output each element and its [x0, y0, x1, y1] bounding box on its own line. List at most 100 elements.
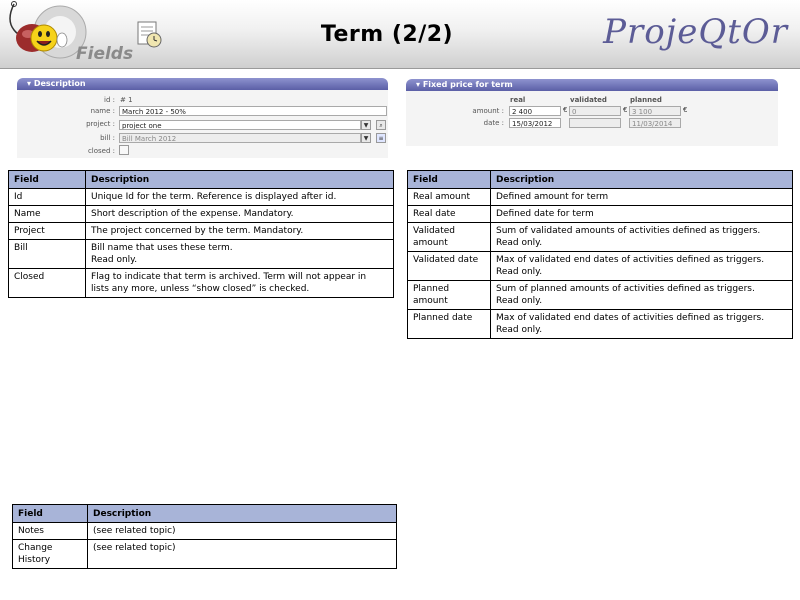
description-line: Defined amount for term [496, 192, 609, 202]
project-dropdown-icon[interactable]: ▼ [361, 120, 371, 130]
field-line: amount [413, 238, 448, 248]
table-row: Planned date Max of validated end dates … [407, 309, 793, 339]
description-line: (see related topic) [93, 526, 176, 536]
field-cell: Validated amount [407, 222, 491, 252]
description-line: Read only. [496, 296, 543, 306]
planned-amount-input[interactable]: 3 100 [629, 106, 681, 116]
description-cell: Unique Id for the term. Reference is dis… [85, 188, 394, 206]
table-row: Planned amount Sum of planned amounts of… [407, 280, 793, 310]
field-column-header: Field [12, 504, 88, 523]
field-cell: Closed [8, 268, 86, 298]
logo-fields-word: Fields [76, 44, 134, 64]
table-row: Change History (see related topic) [12, 539, 397, 569]
planned-date-input[interactable]: 11/03/2014 [629, 118, 681, 128]
project-label: project : [86, 120, 115, 128]
table-row: Name Short description of the expense. M… [8, 205, 394, 223]
field-line: Planned date [413, 313, 473, 323]
table-row: Notes (see related topic) [12, 522, 397, 540]
description-cell: Sum of validated amounts of activities d… [490, 222, 793, 252]
collapse-icon[interactable]: ▾ [416, 80, 423, 89]
fixed-price-panel-header[interactable]: ▾ Fixed price for term [406, 79, 778, 91]
description-cell: Sum of planned amounts of activities def… [490, 280, 793, 310]
brand-logo-text: ProjeQtOr [603, 12, 788, 52]
name-input[interactable]: March 2012 - 50% [119, 106, 387, 116]
field-line: Change [18, 543, 53, 553]
table-row: Project The project concerned by the ter… [8, 222, 394, 240]
table-row: Real amount Defined amount for term [407, 188, 793, 206]
fixed-price-panel-title: Fixed price for term [422, 80, 513, 89]
description-line: Max of validated end dates of activities… [496, 313, 765, 323]
field-cell: Bill [8, 239, 86, 269]
name-label: name : [90, 107, 115, 115]
bill-list-icon[interactable]: ≡ [376, 133, 386, 143]
field-line: Real date [413, 209, 456, 219]
description-panel-title: Description [33, 79, 86, 88]
field-cell: Project [8, 222, 86, 240]
left-field-table: Field Description Id Unique Id for the t… [8, 170, 394, 298]
currency-symbol: € [683, 106, 688, 114]
field-cell: Name [8, 205, 86, 223]
description-cell: Max of validated end dates of activities… [490, 251, 793, 281]
table-row: Real date Defined date for term [407, 205, 793, 223]
description-line: Sum of planned amounts of activities def… [496, 284, 755, 294]
description-cell: Bill name that uses these term. Read onl… [85, 239, 394, 269]
amount-label: amount : [472, 107, 504, 115]
field-line: Notes [18, 526, 44, 536]
table-row: Validated amount Sum of validated amount… [407, 222, 793, 252]
col-planned-header: planned [630, 96, 662, 104]
description-cell: Max of validated end dates of activities… [490, 309, 793, 339]
field-cell: Real amount [407, 188, 491, 206]
field-cell: Real date [407, 205, 491, 223]
validated-amount-input[interactable]: 0 [569, 106, 621, 116]
table-row: Closed Flag to indicate that term is arc… [8, 268, 394, 298]
description-line: The project concerned by the term. Manda… [91, 226, 304, 236]
description-line: (see related topic) [93, 543, 176, 553]
description-line: Read only. [496, 325, 543, 335]
real-date-input[interactable]: 15/03/2012 [509, 118, 561, 128]
description-column-header: Description [490, 170, 793, 189]
real-amount-input[interactable]: 2 400 [509, 106, 561, 116]
col-validated-header: validated [570, 96, 607, 104]
description-cell: Flag to indicate that term is archived. … [85, 268, 394, 298]
field-cell: Planned date [407, 309, 491, 339]
description-cell: Defined amount for term [490, 188, 793, 206]
bill-select[interactable]: Bill March 2012 [119, 133, 361, 143]
description-panel-header[interactable]: ▾ Description [17, 78, 388, 90]
field-cell: Planned amount [407, 280, 491, 310]
right-field-table: Field Description Real amount Defined am… [407, 170, 793, 339]
project-search-icon[interactable]: ⌕ [376, 120, 386, 130]
description-line: Sum of validated amounts of activities d… [496, 226, 761, 236]
description-line: Short description of the expense. Mandat… [91, 209, 294, 219]
description-column-header: Description [85, 170, 394, 189]
bottom-field-table: Field Description Notes (see related top… [12, 504, 397, 569]
field-line: amount [413, 296, 448, 306]
description-line: lists any more, unless “show closed” is … [91, 284, 310, 294]
description-line: Defined date for term [496, 209, 594, 219]
description-line: Max of validated end dates of activities… [496, 255, 765, 265]
collapse-icon[interactable]: ▾ [27, 79, 34, 88]
description-cell: Short description of the expense. Mandat… [85, 205, 394, 223]
field-line: Validated date [413, 255, 479, 265]
field-line: Real amount [413, 192, 470, 202]
field-cell: Validated date [407, 251, 491, 281]
description-cell: The project concerned by the term. Manda… [85, 222, 394, 240]
field-line: Validated [413, 226, 455, 236]
field-line: Planned [413, 284, 450, 294]
field-cell: Change History [12, 539, 88, 569]
table-row: Bill Bill name that uses these term. Rea… [8, 239, 394, 269]
id-value: # 1 [120, 96, 133, 104]
closed-label: closed : [87, 147, 115, 155]
table-row: Validated date Max of validated end date… [407, 251, 793, 281]
validated-date-input[interactable] [569, 118, 621, 128]
description-cell: (see related topic) [87, 522, 397, 540]
currency-symbol: € [623, 106, 628, 114]
project-select[interactable]: project one [119, 120, 361, 130]
date-label: date : [483, 119, 504, 127]
bill-label: bill : [100, 134, 115, 142]
id-label: id : [104, 96, 115, 104]
description-cell: (see related topic) [87, 539, 397, 569]
bill-dropdown-icon[interactable]: ▼ [361, 133, 371, 143]
closed-checkbox[interactable] [119, 145, 129, 155]
description-line: Read only. [496, 238, 543, 248]
field-cell: Id [8, 188, 86, 206]
